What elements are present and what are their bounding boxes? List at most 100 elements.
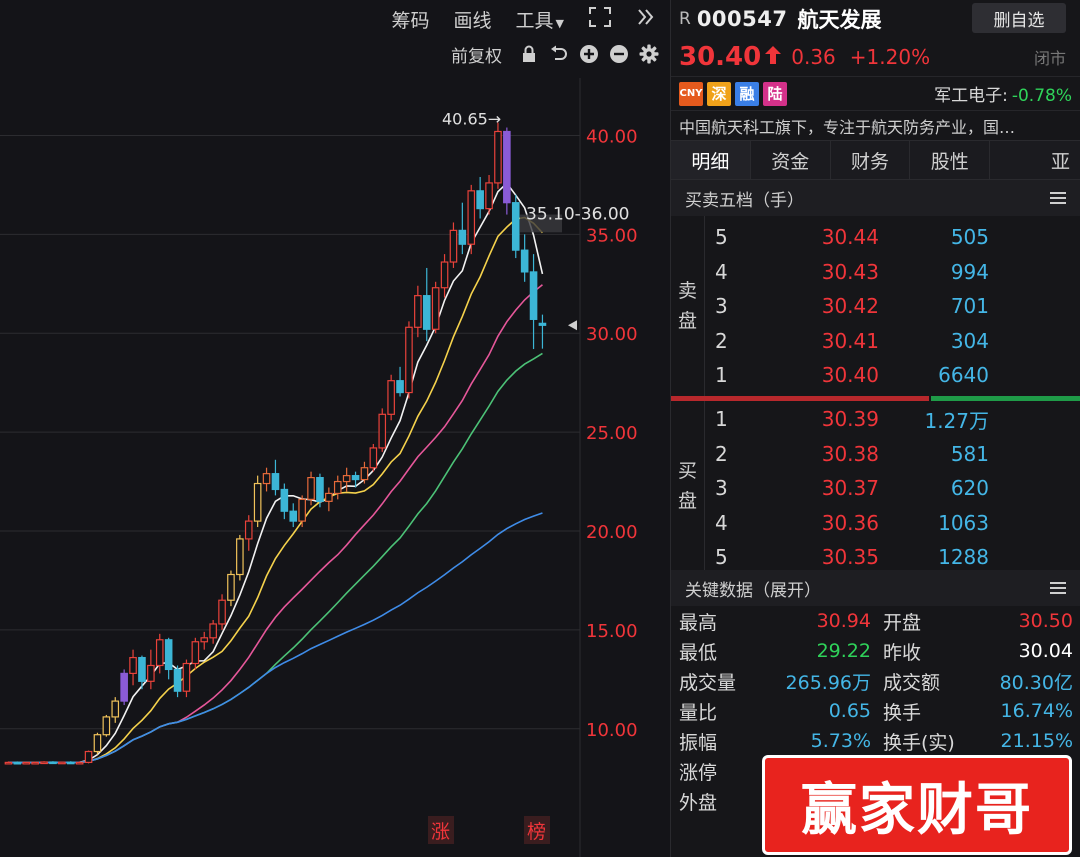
level-number: 1 [715, 363, 728, 387]
level-number: 5 [715, 545, 728, 569]
candle-body [458, 229, 467, 245]
key-data-label: 最低 [679, 641, 718, 664]
tag-connect-badge[interactable]: 陆 [763, 81, 787, 106]
key-data-value: 30.04 [1018, 640, 1073, 662]
key-data-value: 0.65 [828, 700, 871, 722]
candle-body [405, 326, 413, 394]
undo-icon[interactable] [549, 44, 569, 64]
key-data-value: 5.73% [810, 730, 871, 752]
remove-watchlist-button[interactable]: 删自选 [972, 3, 1066, 33]
tag-margin-badge[interactable]: 融 [735, 81, 759, 106]
key-data-row: 振幅 5.73% 换手(实) 21.15% [671, 726, 1080, 756]
candle-body [494, 130, 502, 184]
key-data-label: 成交额 [883, 671, 941, 694]
bid-ask-ratio-bar [671, 396, 1080, 401]
rotation-flag: R [679, 9, 691, 29]
ask-level-row[interactable]: 3 30.42 701 [705, 289, 1080, 323]
candle-body [138, 656, 146, 682]
last-price: 30.40 [679, 42, 762, 72]
tag-cny-badge[interactable]: CNY [679, 81, 703, 106]
key-data-header[interactable]: 关键数据（展开） [671, 570, 1080, 606]
price-adjust-selector[interactable]: 前复权 [451, 42, 502, 67]
sector-info[interactable]: 军工电子: -0.78% [934, 81, 1072, 106]
ask-level-row[interactable]: 5 30.44 505 [705, 220, 1080, 254]
fullscreen-icon[interactable] [576, 6, 624, 33]
key-data-value: 80.30亿 [999, 671, 1073, 694]
candle-body [262, 473, 271, 485]
bid-level-row[interactable]: 5 30.35 1288 [705, 540, 1080, 574]
candle-body [333, 480, 342, 495]
ask-ratio-fill [931, 396, 1080, 401]
y-tick-label: 15.00 [586, 621, 638, 642]
candle-body [227, 573, 235, 601]
order-book-header[interactable]: 买卖五档（手） [671, 180, 1080, 216]
tab-detail[interactable]: 明细 [671, 141, 751, 179]
bottom-badge-label: 涨 [431, 821, 450, 843]
tag-shenzhen-badge[interactable]: 深 [707, 81, 731, 106]
candle-body [511, 202, 520, 251]
level-price: 30.38 [821, 441, 879, 466]
lock-icon[interactable] [519, 44, 539, 64]
y-tick-label: 30.00 [586, 324, 638, 345]
candle-body [66, 761, 75, 765]
zoom-in-icon[interactable] [579, 44, 599, 64]
candle-body [538, 322, 547, 326]
bid-level-row[interactable]: 2 30.38 581 [705, 437, 1080, 471]
tab-stock-character[interactable]: 股性 [910, 141, 991, 179]
key-data-label: 开盘 [883, 611, 922, 634]
key-data-value: 21.15% [1000, 730, 1073, 752]
key-data-label: 量比 [679, 701, 718, 724]
bid-level-row[interactable]: 1 30.39 1.27万 [705, 402, 1080, 436]
y-tick-label: 10.00 [586, 720, 638, 741]
candle-body [75, 761, 84, 765]
level-number: 3 [715, 294, 728, 318]
tab-finance[interactable]: 财务 [831, 141, 911, 179]
tab-more[interactable]: 亚 [990, 141, 1080, 179]
level-price: 30.36 [821, 510, 879, 535]
key-data-label: 成交量 [679, 671, 737, 694]
candle-body [431, 287, 440, 330]
key-data-row: 成交量 265.96万 成交额 80.30亿 [671, 666, 1080, 696]
candle-body [84, 750, 93, 763]
candle-body [307, 477, 315, 500]
collapse-panel-icon[interactable] [624, 7, 660, 32]
bid-level-row[interactable]: 3 30.37 620 [705, 471, 1080, 505]
tab-capital[interactable]: 资金 [751, 141, 831, 179]
key-data-label: 最高 [679, 611, 718, 634]
sell-label-2: 盘 [677, 310, 697, 332]
candle-body [13, 761, 22, 765]
level-volume: 304 [950, 328, 989, 353]
tools-label: 工具 [515, 9, 554, 32]
tools-dropdown[interactable]: 工具 ▼ [504, 6, 576, 33]
key-data-label: 昨收 [883, 641, 922, 664]
draw-line-button[interactable]: 画线 [442, 6, 504, 33]
bottom-badge-label: 榜 [527, 821, 546, 843]
candle-body [396, 380, 404, 394]
candle-body [298, 498, 306, 522]
ask-level-row[interactable]: 4 30.43 994 [705, 255, 1080, 289]
kline-chart[interactable]: 40.00 35.00 30.00 25.00 20.00 15.00 10.00 35.10… [0, 78, 668, 857]
candle-body [49, 761, 57, 765]
caret-down-icon: ▼ [555, 16, 564, 30]
key-data-label: 换手(实) [883, 731, 955, 754]
settings-gear-icon[interactable] [639, 44, 659, 64]
menu-icon[interactable] [1050, 582, 1066, 594]
candle-body [93, 734, 102, 753]
stock-name: 航天发展 [797, 8, 882, 32]
bid-level-row[interactable]: 4 30.36 1063 [705, 506, 1080, 540]
menu-icon[interactable] [1050, 192, 1066, 204]
ask-level-row[interactable]: 2 30.41 304 [705, 324, 1080, 358]
y-tick-label: 40.00 [586, 126, 638, 147]
up-arrow-icon [765, 45, 782, 69]
candle-body [244, 520, 253, 540]
candle-body [164, 639, 173, 671]
candle-body [253, 482, 262, 522]
ask-level-row[interactable]: 1 30.40 6640 [705, 358, 1080, 392]
key-data-row: 最高 30.94 开盘 30.50 [671, 606, 1080, 636]
chips-button[interactable]: 筹码 [379, 6, 441, 33]
zoom-out-icon[interactable] [609, 44, 629, 64]
company-description[interactable]: 中国航天科工旗下，专注于航天防务产业，国… [671, 110, 1080, 140]
candle-body [182, 662, 191, 692]
level-volume: 994 [950, 259, 989, 284]
candle-body [147, 664, 155, 682]
